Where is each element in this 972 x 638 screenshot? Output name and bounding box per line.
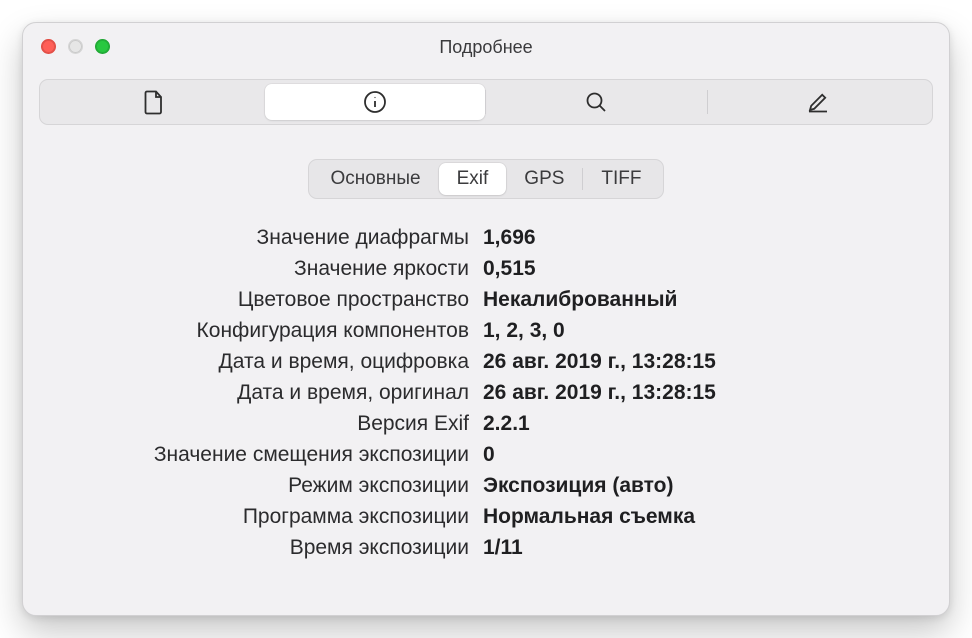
- zoom-icon[interactable]: [95, 39, 110, 54]
- property-value: 26 авг. 2019 г., 13:28:15: [483, 382, 716, 403]
- property-value: 1, 2, 3, 0: [483, 320, 565, 341]
- property-value: Экспозиция (авто): [483, 475, 673, 496]
- tab-label: GPS: [524, 168, 564, 190]
- info-icon: [363, 90, 387, 114]
- toolbar-tab-annotate[interactable]: [708, 84, 929, 120]
- property-row: Программа экспозиции Нормальная съемка: [53, 506, 919, 527]
- window-controls: [41, 39, 110, 54]
- property-row: Версия Exif 2.2.1: [53, 413, 919, 434]
- property-value: 2.2.1: [483, 413, 530, 434]
- toolbar-tab-search[interactable]: [486, 84, 707, 120]
- property-value: 26 авг. 2019 г., 13:28:15: [483, 351, 716, 372]
- inspector-window: Подробнее: [22, 22, 950, 616]
- property-value: 1/11: [483, 537, 523, 558]
- minimize-icon[interactable]: [68, 39, 83, 54]
- file-icon: [143, 89, 165, 115]
- property-row: Режим экспозиции Экспозиция (авто): [53, 475, 919, 496]
- toolbar-tab-info[interactable]: [265, 84, 486, 120]
- titlebar: Подробнее: [23, 23, 949, 71]
- close-icon[interactable]: [41, 39, 56, 54]
- tab-general[interactable]: Основные: [312, 163, 438, 195]
- property-label: Дата и время, оцифровка: [53, 351, 483, 372]
- top-toolbar: [39, 79, 933, 125]
- property-row: Значение яркости 0,515: [53, 258, 919, 279]
- property-row: Значение смещения экспозиции 0: [53, 444, 919, 465]
- tab-label: TIFF: [601, 168, 641, 190]
- property-label: Режим экспозиции: [53, 475, 483, 496]
- window-title: Подробнее: [439, 37, 532, 58]
- tab-gps[interactable]: GPS: [506, 163, 582, 195]
- property-row: Дата и время, оцифровка 26 авг. 2019 г.,…: [53, 351, 919, 372]
- property-label: Программа экспозиции: [53, 506, 483, 527]
- tab-label: Exif: [457, 168, 489, 190]
- edit-icon: [806, 90, 830, 114]
- property-value: Нормальная съемка: [483, 506, 695, 527]
- search-icon: [584, 90, 608, 114]
- property-row: Значение диафрагмы 1,696: [53, 227, 919, 248]
- toolbar-tab-general[interactable]: [44, 84, 265, 120]
- property-label: Время экспозиции: [53, 537, 483, 558]
- tab-label: Основные: [330, 168, 420, 190]
- property-row: Время экспозиции 1/11: [53, 537, 919, 558]
- property-label: Конфигурация компонентов: [53, 320, 483, 341]
- property-row: Дата и время, оригинал 26 авг. 2019 г., …: [53, 382, 919, 403]
- property-label: Цветовое пространство: [53, 289, 483, 310]
- property-label: Версия Exif: [53, 413, 483, 434]
- property-value: Некалиброванный: [483, 289, 677, 310]
- property-label: Дата и время, оригинал: [53, 382, 483, 403]
- property-row: Конфигурация компонентов 1, 2, 3, 0: [53, 320, 919, 341]
- exif-properties: Значение диафрагмы 1,696 Значение яркост…: [23, 227, 949, 558]
- property-value: 0,515: [483, 258, 536, 279]
- property-row: Цветовое пространство Некалиброванный: [53, 289, 919, 310]
- property-value: 0: [483, 444, 495, 465]
- property-value: 1,696: [483, 227, 536, 248]
- property-label: Значение яркости: [53, 258, 483, 279]
- tab-exif[interactable]: Exif: [439, 163, 507, 195]
- metadata-tabs: Основные Exif GPS TIFF: [308, 159, 663, 199]
- tab-tiff[interactable]: TIFF: [583, 163, 659, 195]
- property-label: Значение диафрагмы: [53, 227, 483, 248]
- property-label: Значение смещения экспозиции: [53, 444, 483, 465]
